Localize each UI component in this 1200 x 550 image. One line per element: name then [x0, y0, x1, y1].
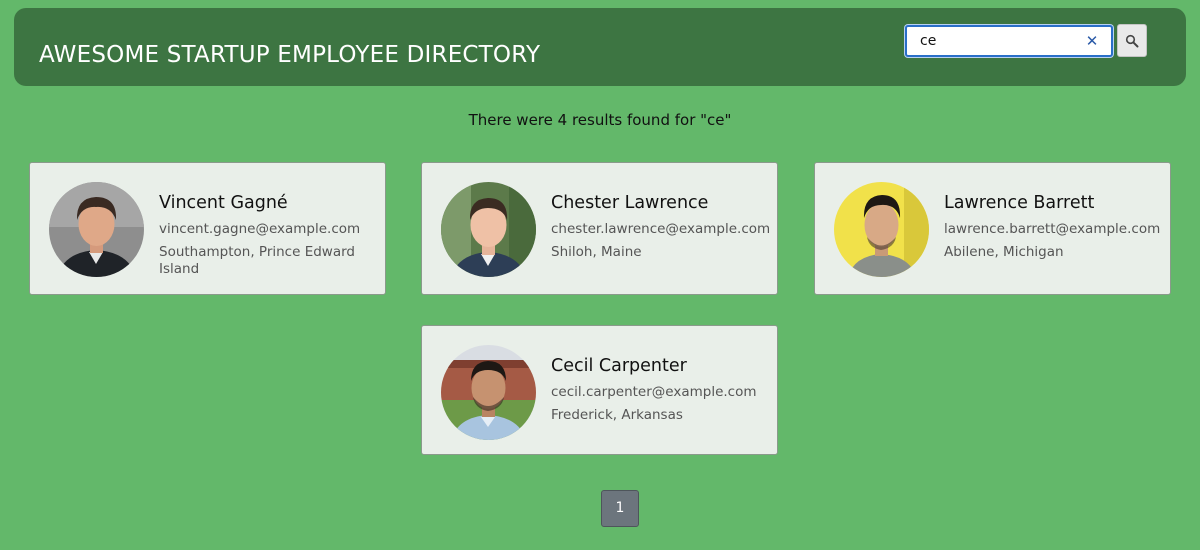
employee-location: Southampton, Prince Edward Island — [159, 244, 355, 277]
avatar — [834, 182, 929, 277]
result-summary: There were 4 results found for "ce" — [468, 111, 732, 129]
search-box[interactable]: ✕ — [905, 25, 1113, 57]
employee-location: Abilene, Michigan — [944, 244, 1064, 260]
avatar — [441, 182, 536, 277]
page-button-current[interactable]: 1 — [601, 490, 639, 527]
avatar — [441, 345, 536, 440]
employee-card[interactable]: Vincent Gagné vincent.gagne@example.com … — [29, 162, 386, 295]
employee-name: Cecil Carpenter — [551, 356, 687, 376]
avatar — [49, 182, 144, 277]
employee-location: Frederick, Arkansas — [551, 407, 683, 423]
clear-icon[interactable]: ✕ — [1083, 31, 1101, 51]
employee-email: lawrence.barrett@example.com — [944, 221, 1161, 237]
search-button[interactable] — [1117, 24, 1147, 57]
search-input[interactable] — [907, 27, 1077, 55]
search-icon — [1125, 34, 1139, 47]
employee-email: cecil.carpenter@example.com — [551, 384, 757, 400]
page-title: AWESOME STARTUP EMPLOYEE DIRECTORY — [39, 42, 541, 68]
employee-email: vincent.gagne@example.com — [159, 221, 361, 237]
employee-card[interactable]: Chester Lawrence chester.lawrence@exampl… — [421, 162, 778, 295]
employee-name: Chester Lawrence — [551, 193, 709, 213]
employee-name: Vincent Gagné — [159, 193, 288, 213]
employee-card[interactable]: Lawrence Barrett lawrence.barrett@exampl… — [814, 162, 1171, 295]
employee-email: chester.lawrence@example.com — [551, 221, 771, 237]
employee-name: Lawrence Barrett — [944, 193, 1095, 213]
employee-location: Shiloh, Maine — [551, 244, 642, 260]
employee-card[interactable]: Cecil Carpenter cecil.carpenter@example.… — [421, 325, 778, 455]
